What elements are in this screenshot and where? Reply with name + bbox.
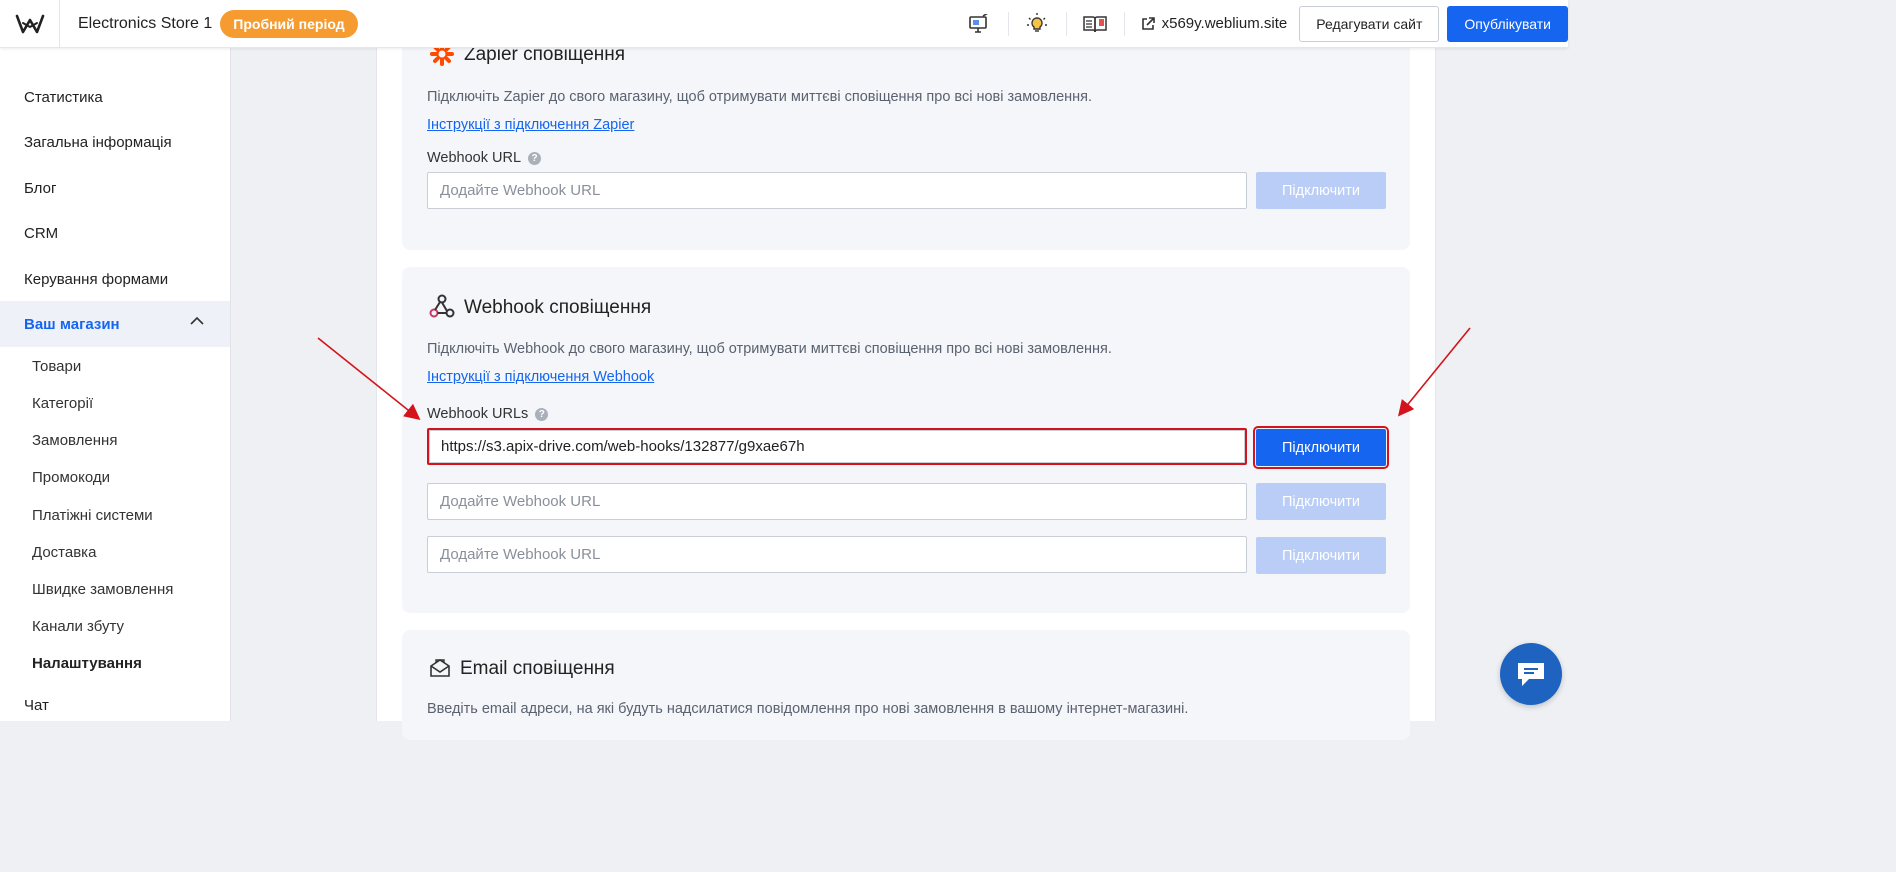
zapier-webhook-input[interactable] [427,172,1247,209]
email-card: Email сповіщення Введіть email адреси, н… [402,630,1410,740]
sidebar-subitem-promocodes[interactable]: Промокоди [0,469,110,486]
webhook-title: Webhook сповіщення [464,297,652,318]
zapier-card: Zapier сповіщення Підключіть Zapier до с… [402,20,1410,250]
chat-button[interactable] [1500,643,1562,705]
email-title: Email сповіщення [460,658,615,679]
zapier-instructions-link[interactable]: Інструкції з підключення Zapier [427,117,634,133]
trial-badge[interactable]: Пробний період [220,9,358,38]
webhook-card: Webhook сповіщення Підключіть Webhook до… [402,267,1410,613]
zapier-field-label-text: Webhook URL [427,150,522,166]
topbar-actions: x569y.weblium.site Редагувати сайт Опубл… [950,0,1568,48]
sidebar-item-statistics[interactable]: Статистика [0,89,230,106]
help-icon[interactable]: ? [528,151,542,165]
sidebar-subitem-payment-systems[interactable]: Платіжні системи [0,507,153,524]
sidebar-subitem-products[interactable]: Товари [0,358,81,375]
zapier-description: Підключіть Zapier до свого магазину, щоб… [427,89,1093,105]
webhook-field-label-text: Webhook URLs [427,406,529,422]
chat-icon [1518,663,1544,686]
publish-button[interactable]: Опублікувати [1447,5,1568,42]
sidebar-item-forms[interactable]: Керування формами [0,271,230,288]
sidebar-item-label: Ваш магазин [24,315,120,333]
sidebar-subitem-quick-order[interactable]: Швидке замовлення [0,581,173,598]
top-bar: Electronics Store 1 Пробний період x569y… [0,0,1568,48]
webhook-url-input-3[interactable] [427,536,1247,573]
webhook-instructions-link[interactable]: Інструкції з підключення Webhook [427,369,654,385]
webhook-icon [428,292,456,320]
webhook-connect-button-2[interactable]: Підключити [1256,483,1386,520]
sidebar-subitem-settings[interactable]: Налаштування [0,655,142,672]
edit-site-button[interactable]: Редагувати сайт [1299,5,1440,42]
site-link-label: x569y.weblium.site [1161,15,1288,32]
monitor-edit-icon[interactable] [950,0,1008,48]
sidebar: Статистика Загальна інформація Блог CRM … [0,48,231,721]
zapier-field-label: Webhook URL ? [427,150,542,166]
sidebar-item-blog[interactable]: Блог [0,180,230,197]
webhook-field-label: Webhook URLs ? [427,406,549,422]
sidebar-subitem-delivery[interactable]: Доставка [0,544,96,561]
webhook-connect-button-1[interactable]: Підключити [1253,426,1389,469]
sidebar-subitem-categories[interactable]: Категорії [0,395,93,412]
chevron-up-icon [190,316,204,325]
email-description: Введіть email адреси, на які будуть надс… [427,701,1189,717]
sidebar-item-your-store[interactable]: Ваш магазин [0,301,230,347]
help-icon[interactable]: ? [535,407,549,421]
envelope-icon [426,654,454,682]
sidebar-item-general-info[interactable]: Загальна інформація [0,134,230,151]
webhook-connect-button-3[interactable]: Підключити [1256,537,1386,574]
webhook-url-input-1[interactable] [427,428,1247,465]
store-name[interactable]: Electronics Store 1 [78,15,212,33]
sidebar-item-crm[interactable]: CRM [0,225,230,242]
site-link[interactable]: x569y.weblium.site [1123,0,1300,48]
sidebar-subitem-sales-channels[interactable]: Канали збуту [0,618,124,635]
zapier-connect-button[interactable]: Підключити [1256,172,1386,209]
sidebar-subitem-orders[interactable]: Замовлення [0,432,117,449]
sidebar-item-chat[interactable]: Чат [0,697,230,714]
lightbulb-icon[interactable] [1007,0,1066,48]
webhook-description: Підключіть Webhook до свого магазину, що… [427,341,1112,357]
logo-icon[interactable] [0,0,60,48]
book-icon[interactable] [1065,0,1124,48]
external-link-icon [1141,16,1155,30]
webhook-url-input-2[interactable] [427,483,1247,520]
